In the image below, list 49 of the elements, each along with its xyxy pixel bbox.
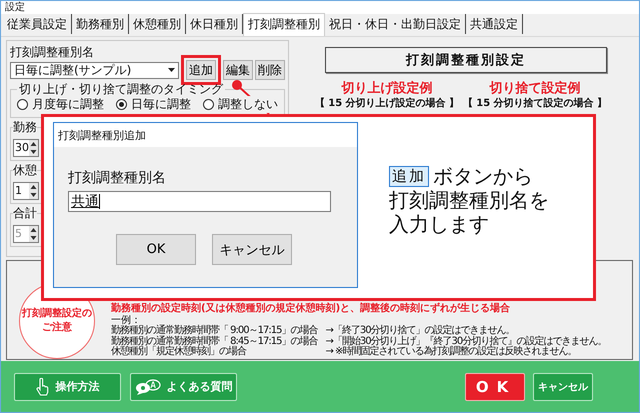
dialog-button[interactable]: OK: [116, 234, 196, 265]
name-input[interactable]: 共通: [68, 191, 331, 212]
tab[interactable]: 祝日・休日・出勤日設定: [325, 14, 466, 34]
note-text: ボタンから: [433, 164, 533, 188]
number-spinner[interactable]: 30: [13, 138, 39, 156]
tab[interactable]: 打刻調整種別: [243, 13, 325, 36]
example-condition: 勤務種別の通常勤務時間帯「 9:00～17:15」の場合: [111, 326, 318, 336]
example-subtitle: 【 15 分切り上げ設定の場合 】: [314, 98, 460, 109]
chat-bubbles-icon: [134, 378, 160, 394]
tab[interactable]: 共通設定: [466, 14, 523, 34]
example-result: →「終了30分切り捨て」の設定はできません。: [325, 326, 516, 336]
caution-text: 打刻調整設定の: [22, 307, 92, 321]
example-condition: 休憩種別「規定休憩時刻」の場合: [111, 347, 248, 358]
spin-arrows-icon: [29, 226, 38, 242]
ok-button[interactable]: OK: [465, 372, 525, 400]
example-label: 一例：: [111, 316, 141, 326]
group-title: 合計: [13, 206, 37, 220]
example-subtitle: 【 15 分切り捨て設定の場合 】: [462, 98, 608, 109]
example-condition: 勤務種別の通常勤務時間帯「 8:45～17:15」の場合: [111, 336, 318, 346]
action-button[interactable]: 編集: [223, 60, 253, 80]
window-title: 設定: [5, 2, 25, 13]
example-title: 切り上げ設定例: [342, 80, 432, 97]
note-text: 打刻調整種別名を: [389, 188, 549, 212]
tab[interactable]: 勤務種別: [72, 14, 129, 34]
group-title: 休憩: [13, 163, 37, 177]
tab[interactable]: 従業員設定: [3, 14, 72, 34]
action-button[interactable]: 削除: [255, 60, 285, 80]
field-label: 打刻調整種別名: [10, 45, 95, 59]
field-label: 打刻調整種別名: [68, 169, 167, 187]
add-button[interactable]: 追加: [186, 60, 216, 80]
section-heading: 打刻調整種別設定: [325, 47, 607, 73]
caret-icon: [168, 68, 175, 72]
example-result: →「開始30分切り上げ」『終了30分切り捨て』の設定はできません。: [325, 336, 606, 346]
key-label: 追加: [389, 166, 429, 186]
example-result: → ※時間固定されている為打刻調整の設定は反映されません。: [325, 347, 578, 358]
warning-text: 勤務種別の設定時刻(又は休憩種別の規定休憩時刻)と、調整後の時刻にずれが生じる場合: [111, 304, 512, 314]
tab[interactable]: 休憩種別: [129, 14, 186, 34]
example-title: 切り捨て設定例: [490, 80, 580, 97]
hand-pointer-icon: [36, 378, 50, 396]
dialog-button[interactable]: キャンセル: [212, 234, 292, 265]
spin-arrows-icon: [29, 140, 38, 156]
group-title: 切り上げ・切り捨て調整のタイミング: [18, 82, 224, 96]
type-dropdown[interactable]: 日毎に調整(サンプル): [10, 62, 179, 78]
note-text: 入力します: [389, 212, 490, 236]
dialog-title: 打刻調整種別追加: [58, 128, 146, 142]
caution-text: ご注意: [42, 321, 72, 335]
group-title: 勤務: [13, 120, 37, 134]
number-spinner[interactable]: 1: [13, 182, 39, 200]
spin-arrows-icon: [29, 182, 38, 198]
